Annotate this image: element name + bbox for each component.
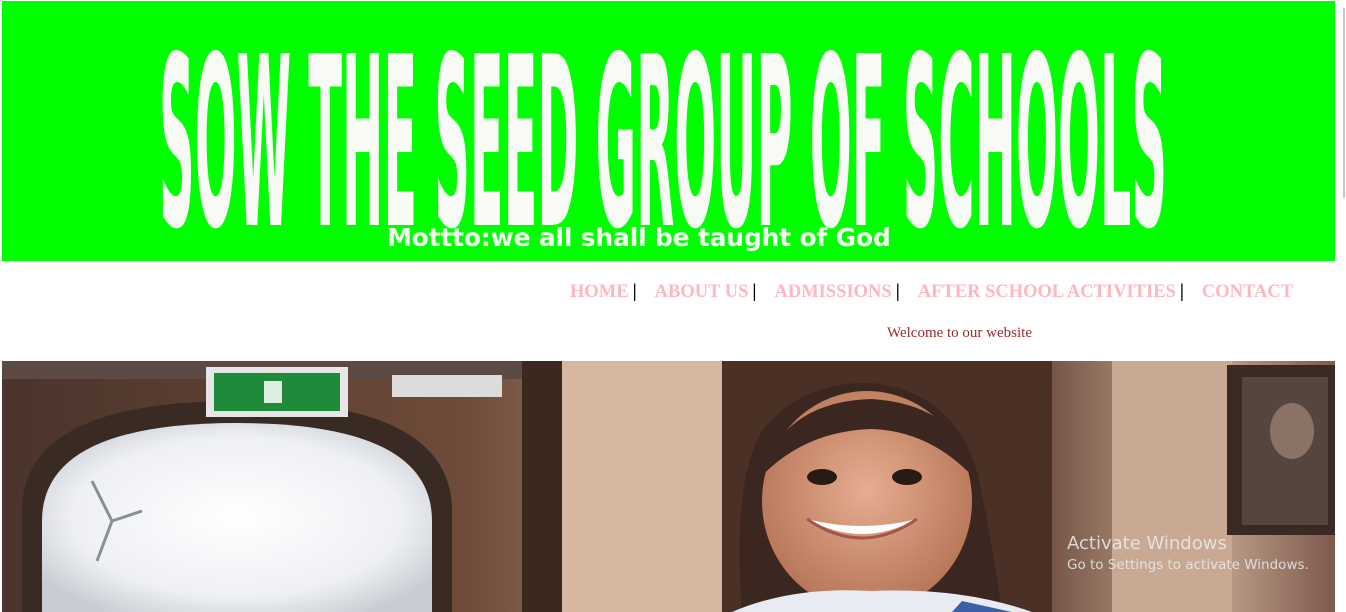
watermark-title: Activate Windows (1067, 533, 1227, 554)
nav-link-after-school-activities[interactable]: AFTER SCHOOL ACTIVITIES (918, 282, 1176, 302)
site-title-text: SOW THE SEED GROUP OF SCHOOLS (159, 45, 1167, 231)
watermark-subtitle: Go to Settings to activate Windows. (1067, 557, 1309, 573)
nav-separator: | (632, 282, 637, 302)
header-banner: SOW THE SEED GROUP OF SCHOOLS Mottto:we … (2, 1, 1335, 261)
motto-text: Mottto:we all shall be taught of God (387, 223, 891, 252)
welcome-message: Welcome to our website (887, 325, 1032, 341)
exit-sign-icon (206, 367, 348, 417)
scrollbar-thumb[interactable] (1343, 8, 1345, 198)
nav-separator: | (752, 282, 757, 302)
nav-separator: | (1179, 282, 1184, 302)
nav-separator: | (895, 282, 900, 302)
nav-link-about-us[interactable]: ABOUT US (655, 282, 749, 302)
nav-link-home[interactable]: HOME (570, 282, 629, 302)
main-nav: HOME | ABOUT US | ADMISSIONS | AFTER SCHOOL AC… (570, 282, 1293, 306)
nav-link-contact[interactable]: CONTACT (1202, 282, 1293, 302)
nav-link-admissions[interactable]: ADMISSIONS (774, 282, 891, 302)
hero-image (2, 361, 1335, 612)
windows-activation-watermark: Activate Windows Go to Settings to activ… (1067, 533, 1309, 573)
site-title: SOW THE SEED GROUP OF SCHOOLS (159, 45, 1167, 231)
